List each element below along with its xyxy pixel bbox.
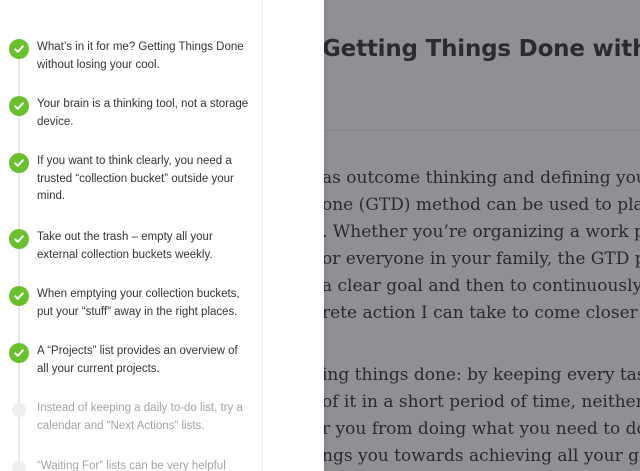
chapter-sidebar: What’s in it for me? Getting Things Done… <box>0 0 324 471</box>
check-icon <box>9 286 29 306</box>
chapter-item-title: If you want to think clearly, you need a… <box>37 155 234 202</box>
check-icon <box>9 343 29 363</box>
check-icon <box>9 153 29 173</box>
chapter-item-title: When emptying your collection buckets, p… <box>37 288 240 318</box>
chapter-item-title: What’s in it for me? Getting Things Done… <box>37 41 244 71</box>
check-icon <box>9 229 29 249</box>
dot-icon <box>12 403 26 417</box>
chapter-item-title: Your brain is a thinking tool, not a sto… <box>37 98 249 128</box>
check-icon <box>9 96 29 116</box>
chapter-item-title: Instead of keeping a daily to-do list, t… <box>37 402 243 432</box>
chapter-item-title: A “Projects” list provides an overview o… <box>37 345 238 375</box>
chapter-item-title: Take out the trash – empty all your exte… <box>37 231 213 261</box>
check-icon <box>9 39 29 59</box>
sidebar-divider <box>262 0 263 471</box>
overlay-shade[interactable] <box>324 0 640 471</box>
chapter-list: What’s in it for me? Getting Things Done… <box>0 0 262 471</box>
chapter-item-title: “Waiting For” lists can be very helpful … <box>37 460 226 471</box>
dot-icon <box>12 461 26 471</box>
